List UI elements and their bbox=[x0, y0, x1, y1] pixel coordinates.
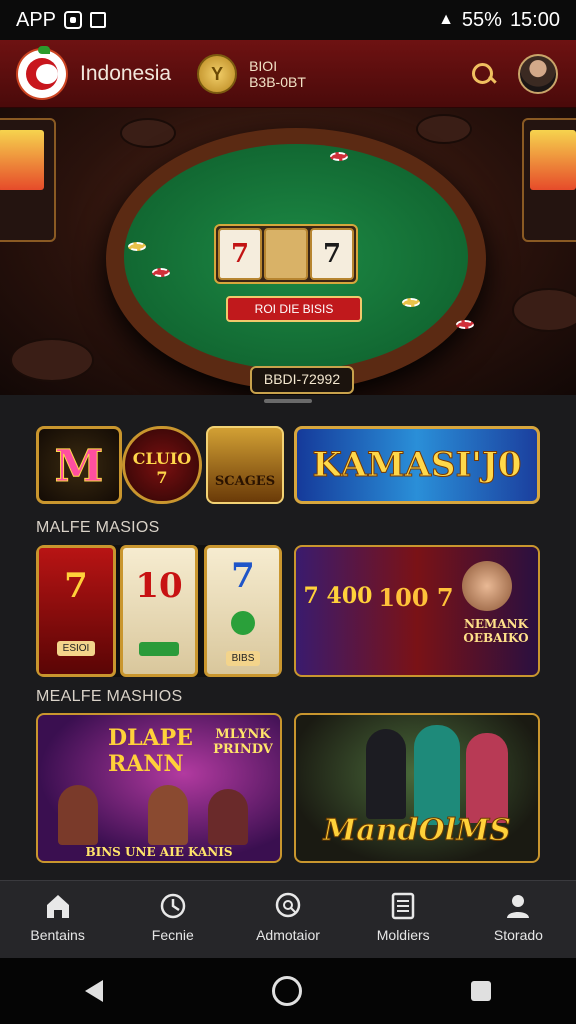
game-title: MandOlMS bbox=[323, 813, 512, 849]
table-sign: ROI DIE BISIS bbox=[226, 296, 362, 322]
chip bbox=[128, 242, 146, 251]
game-tile-dlape[interactable]: DLAPE RANN MLYNK PRINDV BINS UNE AIE KAN… bbox=[36, 713, 282, 863]
clock-text: 15:00 bbox=[509, 8, 560, 31]
reel-symbol: 7 400 bbox=[303, 583, 373, 609]
game-side-text: MLYNK PRINDV bbox=[213, 727, 273, 757]
slot-machine-left bbox=[0, 118, 56, 242]
nav-item-list[interactable]: Moldiers bbox=[346, 881, 461, 959]
nav-label: Admotaior bbox=[256, 927, 320, 943]
slot-reel: 7 BIBS bbox=[204, 545, 282, 677]
drag-handle[interactable] bbox=[264, 399, 312, 403]
character-figure bbox=[366, 729, 406, 819]
promo-tile-club[interactable]: CLUIO 7 bbox=[122, 426, 202, 504]
balance-line-1: BIOI bbox=[249, 57, 278, 74]
slot-side-text: NEMANK OEBAIKO bbox=[463, 617, 529, 645]
slot-game-tile-2[interactable]: 7 400 100 7 NEMANK OEBAIKO bbox=[294, 545, 540, 677]
chip bbox=[152, 268, 170, 277]
balance-line-2: B3B-0BT bbox=[249, 73, 306, 90]
slot-reel: 10 bbox=[120, 545, 198, 677]
promo-banner-kamasi[interactable]: KAMASI'J0 bbox=[294, 426, 540, 504]
slot-reel: 7 ESIOI bbox=[36, 545, 116, 677]
hero-reel: 7 bbox=[218, 228, 262, 280]
brand-name: Indonesia bbox=[80, 61, 172, 85]
character-figure bbox=[466, 733, 508, 823]
bottom-navigation: Bentains Fecnie Admotaior Moldiers Stora… bbox=[0, 880, 576, 959]
promo-tile-text: M bbox=[54, 441, 104, 493]
hero-reel: 7 bbox=[310, 228, 354, 280]
chip bbox=[330, 152, 348, 161]
profile-icon bbox=[503, 891, 533, 921]
stool bbox=[416, 114, 472, 144]
home-circle-icon[interactable] bbox=[271, 976, 302, 1006]
game-title-line1: DLAPE bbox=[108, 725, 193, 751]
game-tile-mandolms[interactable]: MandOlMS bbox=[294, 713, 540, 863]
chair bbox=[10, 338, 94, 382]
game-title-line2: RANN bbox=[108, 751, 184, 777]
reel-symbol: 7 bbox=[231, 555, 255, 596]
balance-display[interactable]: BIOI B3B-0BT bbox=[249, 58, 306, 90]
nav-item-profile[interactable]: Storado bbox=[461, 881, 576, 959]
promo-banner-text: KAMASI'J0 bbox=[312, 445, 522, 486]
recent-apps-icon[interactable] bbox=[471, 981, 492, 1001]
stool bbox=[120, 118, 176, 148]
nav-item-recent[interactable]: Fecnie bbox=[115, 881, 230, 959]
reel-symbol: 100 7 bbox=[378, 583, 454, 612]
battery-text: 55% bbox=[461, 8, 502, 31]
app-logo[interactable] bbox=[18, 45, 66, 98]
promo-tile-scages[interactable]: SCAGES bbox=[206, 426, 284, 504]
reel-caption: BIBS bbox=[225, 651, 261, 667]
game-caption: BINS UNE AIE KANIS bbox=[85, 845, 233, 859]
image-icon bbox=[90, 12, 107, 28]
section-title: MALFE MASIOS bbox=[36, 519, 160, 536]
status-app-label: APP bbox=[16, 8, 57, 31]
hero-banner[interactable]: 7 7 ROI DIE BISIS BBDI-72992 bbox=[0, 108, 576, 395]
nav-label: Moldiers bbox=[376, 927, 430, 943]
character-figure bbox=[414, 725, 460, 825]
coin-icon[interactable] bbox=[197, 53, 238, 94]
back-icon[interactable] bbox=[84, 980, 103, 1002]
reel-symbol: 7 bbox=[64, 565, 88, 606]
search-icon bbox=[273, 891, 303, 921]
hero-reel bbox=[264, 228, 308, 280]
chip bbox=[402, 298, 420, 307]
promo-tile-m[interactable]: M bbox=[36, 426, 122, 504]
promo-tile-text: SCAGES bbox=[214, 474, 276, 489]
notification-icon bbox=[64, 11, 83, 29]
home-icon bbox=[43, 891, 73, 921]
clock-icon bbox=[158, 891, 188, 921]
character-figure bbox=[208, 789, 248, 845]
reel-bar-icon bbox=[139, 642, 179, 656]
signal-icon: ▲ bbox=[438, 11, 454, 28]
table-plaque: BBDI-72992 bbox=[250, 366, 354, 394]
promo-tile-text: CLUIO 7 bbox=[132, 449, 192, 487]
list-icon bbox=[388, 891, 418, 921]
search-icon[interactable] bbox=[470, 61, 496, 87]
section-title: MEALFE MASHIOS bbox=[36, 688, 183, 705]
dealer-portrait bbox=[462, 561, 512, 611]
nav-label: Storado bbox=[493, 927, 543, 943]
status-bar: APP ▲ 55% 15:00 bbox=[0, 0, 576, 40]
reel-ball-icon bbox=[231, 611, 255, 636]
nav-item-home[interactable]: Bentains bbox=[0, 881, 115, 959]
reel-caption: ESIOI bbox=[56, 641, 96, 657]
slot-game-tile-1[interactable]: 7 ESIOI 10 7 BIBS bbox=[36, 545, 282, 677]
character-figure bbox=[58, 785, 98, 845]
system-navigation-bar bbox=[0, 958, 576, 1024]
chip bbox=[456, 320, 474, 329]
nav-label: Fecnie bbox=[151, 927, 194, 943]
slot-machine-right bbox=[522, 118, 576, 242]
avatar[interactable] bbox=[518, 53, 558, 94]
character-figure bbox=[148, 785, 188, 845]
app-header: Indonesia BIOI B3B-0BT bbox=[0, 40, 576, 108]
reel-symbol: 10 bbox=[135, 566, 183, 606]
nav-item-search[interactable]: Admotaior bbox=[230, 881, 345, 959]
chair bbox=[512, 288, 576, 332]
nav-label: Bentains bbox=[30, 927, 85, 943]
